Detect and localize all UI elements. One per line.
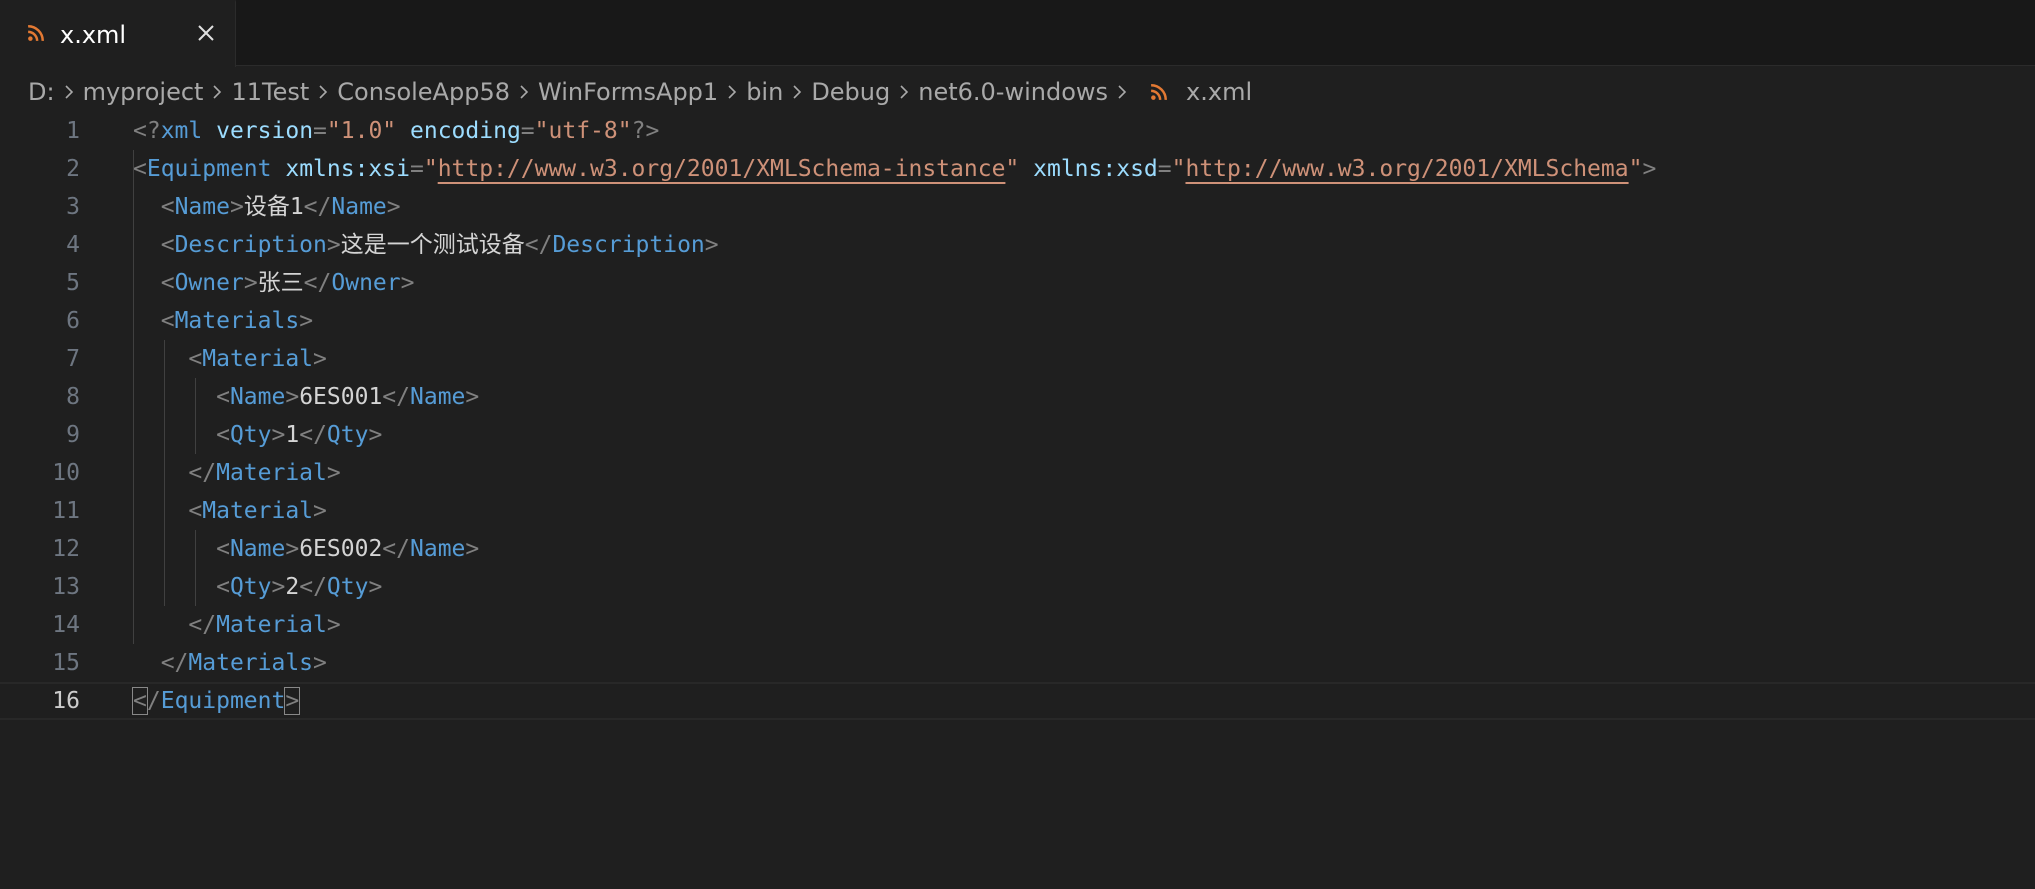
tab-bar: x.xml (0, 0, 2035, 67)
line-code: </Material> (188, 612, 341, 638)
line-number: 1 (66, 118, 80, 144)
code-line: 11 <Material> (0, 492, 2035, 530)
line-code: <Material> (188, 346, 327, 372)
code-line: 9 <Qty>1</Qty> (0, 416, 2035, 454)
code-line: 13 <Qty>2</Qty> (0, 568, 2035, 606)
line-code: <Qty>1</Qty> (216, 422, 383, 448)
line-number: 14 (52, 612, 80, 638)
breadcrumb-file-label: x.xml (1186, 78, 1253, 106)
line-code: <Owner>张三</Owner> (160, 270, 415, 296)
breadcrumb-item[interactable]: 11Test (231, 78, 309, 106)
code-line: 14 </Material> (0, 606, 2035, 644)
line-code: <Name>设备1</Name> (160, 194, 401, 220)
code-line: 10 </Material> (0, 454, 2035, 492)
line-code: <Equipment xmlns:xsi="http://www.w3.org/… (133, 156, 1657, 182)
breadcrumb: D: myproject 11Test ConsoleApp58 WinForm… (28, 74, 1252, 110)
breadcrumb-item[interactable]: D: (28, 78, 55, 106)
line-code: </Materials> (160, 650, 327, 676)
breadcrumb-item[interactable]: net6.0-windows (918, 78, 1108, 106)
breadcrumb-item[interactable]: WinFormsApp1 (538, 78, 718, 106)
line-number: 4 (66, 232, 80, 258)
line-number: 9 (66, 422, 80, 448)
line-number: 3 (66, 194, 80, 220)
breadcrumb-item[interactable]: bin (746, 78, 783, 106)
line-code: <Materials> (160, 308, 314, 334)
line-number: 6 (66, 308, 80, 334)
line-number: 15 (52, 650, 80, 676)
line-number: 7 (66, 346, 80, 372)
breadcrumb-item[interactable]: myproject (83, 78, 204, 106)
rss-icon (1151, 84, 1168, 101)
chevron-right-icon (890, 80, 918, 104)
chevron-right-icon (783, 80, 811, 104)
line-number: 10 (52, 460, 80, 486)
line-number: 16 (52, 688, 80, 714)
rss-icon (27, 25, 44, 42)
line-code: <Material> (188, 498, 327, 524)
code-line: 12 <Name>6ES002</Name> (0, 530, 2035, 568)
line-code: <?xml version="1.0" encoding="utf-8"?> (133, 118, 660, 144)
breadcrumb-item[interactable]: Debug (811, 78, 890, 106)
code-line: 5 <Owner>张三</Owner> (0, 264, 2035, 302)
line-number: 5 (66, 270, 80, 296)
chevron-right-icon (309, 80, 337, 104)
line-number: 11 (52, 498, 80, 524)
chevron-right-icon (510, 80, 538, 104)
line-code: <Description>这是一个测试设备</Description> (160, 232, 719, 258)
chevron-right-icon (203, 80, 231, 104)
line-number: 2 (66, 156, 80, 182)
code-line: 8 <Name>6ES001</Name> (0, 378, 2035, 416)
line-number: 8 (66, 384, 80, 410)
line-number: 13 (52, 574, 80, 600)
line-code: </Material> (188, 460, 341, 486)
line-code: <Qty>2</Qty> (216, 574, 383, 600)
tab-x-xml[interactable]: x.xml (0, 0, 236, 67)
schema-link[interactable]: http://www.w3.org/2001/XMLSchema-instanc… (438, 156, 1006, 182)
code-editor[interactable]: 1 <?xml version="1.0" encoding="utf-8"?>… (0, 112, 2035, 889)
chevron-right-icon (718, 80, 746, 104)
breadcrumb-item[interactable]: ConsoleApp58 (337, 78, 510, 106)
tab-label: x.xml (60, 21, 127, 49)
chevron-right-icon (1108, 80, 1136, 104)
chevron-right-icon (55, 80, 83, 104)
line-code: <Name>6ES002</Name> (216, 536, 480, 562)
code-line: 6 <Materials> (0, 302, 2035, 340)
close-icon[interactable] (192, 19, 220, 47)
code-line: 15 </Materials> (0, 644, 2035, 682)
code-line: 1 <?xml version="1.0" encoding="utf-8"?> (0, 112, 2035, 150)
line-code: </Equipment> (132, 687, 301, 715)
code-line: 7 <Material> (0, 340, 2035, 378)
code-line: 3 <Name>设备1</Name> (0, 188, 2035, 226)
code-line: 4 <Description>这是一个测试设备</Description> (0, 226, 2035, 264)
line-code: <Name>6ES001</Name> (216, 384, 480, 410)
code-line-current: 16 </Equipment> (0, 682, 2035, 720)
schema-link[interactable]: http://www.w3.org/2001/XMLSchema (1185, 156, 1628, 182)
breadcrumb-file[interactable]: x.xml (1150, 78, 1252, 106)
code-line: 2 <Equipment xmlns:xsi="http://www.w3.or… (0, 150, 2035, 188)
line-number: 12 (52, 536, 80, 562)
